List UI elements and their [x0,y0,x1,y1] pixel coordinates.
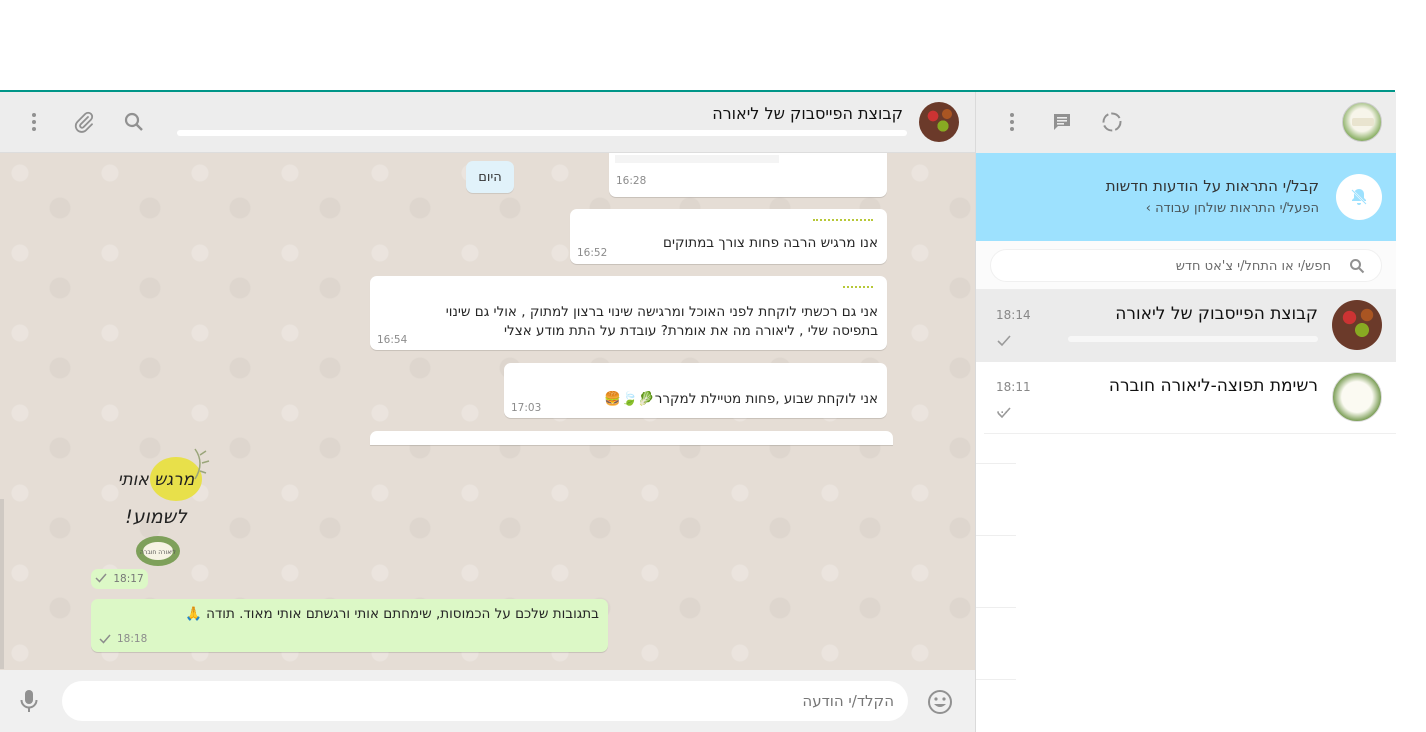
chat-avatar [1332,372,1382,422]
message-time: 17:03 [511,402,542,414]
conversation-actions [22,110,146,134]
bell-off-icon [1336,174,1382,220]
new-chat-icon[interactable] [1050,110,1074,134]
sidebar-header-actions [1000,110,1124,134]
conversation-panel: קבוצת הפייסבוק של ליאורה היום 16:28 אנו … [0,92,975,732]
emoji-icon[interactable] [927,689,953,719]
scrollbar[interactable] [0,499,4,669]
sticker-text: לשמוע! [125,506,188,528]
chat-name: קבוצת הפייסבוק של ליאורה [1115,304,1318,324]
message-input-box [62,681,908,721]
menu-icon[interactable] [22,110,46,134]
day-divider: היום [466,161,514,193]
message-time: 16:28 [616,175,647,187]
check-icon [95,573,107,586]
notification-banner: קבל/י התראות על הודעות חדשות הפעל/י התרא… [976,153,1396,241]
sticker-time: 18:17 [91,569,148,589]
sidebar-header [976,92,1396,153]
message-text: אני לוקחת שבוע ,פחות מטיילת למקרר🥬🍃🍔 [604,391,878,407]
check-icon [997,332,1011,351]
search-icon[interactable] [122,110,146,134]
chat-time: 18:14 [996,308,1031,322]
sender-name [813,217,873,221]
enable-notifications-link[interactable]: הפעל/י התראות שולחן עבודה › [1146,201,1319,216]
composer [0,670,975,732]
message-text: בתפיסה שלי , ליאורה מה את אומרת? עובדת ע… [504,323,878,339]
sticker-text: מרגש אותי [118,470,195,490]
menu-icon[interactable] [1000,110,1024,134]
message-time: 16:52 [577,247,608,259]
message-time: 16:54 [377,334,408,346]
message-text: בתגובות שלכם על הכמוסות, שימחתם אותי ורג… [185,606,599,622]
message-time: 18:17 [113,573,144,585]
search-section [976,241,1396,290]
conversation-header: קבוצת הפייסבוק של ליאורה [0,92,975,153]
chat-time: 18:11 [996,380,1031,394]
messages-area[interactable]: היום 16:28 אנו מרגיש הרבה פחות צורך במתו… [0,153,975,670]
message-bubble[interactable]: אנו מרגיש הרבה פחות צורך במתוקים 16:52 [570,209,887,264]
chat-list-item[interactable]: קבוצת הפייסבוק של ליאורה 18:14 [976,290,1396,362]
sender-name [843,284,873,288]
message-input[interactable] [78,681,894,721]
message-bubble[interactable]: אני גם רכשתי לוקחת לפני האוכל ומרגישה שי… [370,276,887,350]
check-icon [997,404,1011,423]
microphone-icon[interactable] [18,689,40,717]
chat-list-item[interactable]: רשימת תפוצה-ליאורה חוברה 18:11 ... [976,362,1396,434]
search-box [990,249,1382,283]
chat-preview [1028,330,1318,348]
conversation-title[interactable]: קבוצת הפייסבוק של ליאורה [712,104,903,123]
group-avatar[interactable] [919,102,959,142]
message-bubble[interactable]: 16:28 [609,153,887,197]
own-message-bubble[interactable]: בתגובות שלכם על הכמוסות, שימחתם אותי ורג… [91,599,608,652]
profile-avatar[interactable] [1342,102,1382,142]
sidebar: קבל/י התראות על הודעות חדשות הפעל/י התרא… [975,92,1396,732]
sticker-logo-text: ליאורה חוברה [140,549,176,556]
chat-avatar [1332,300,1382,350]
status-icon[interactable] [1100,110,1124,134]
message-text: אנו מרגיש הרבה פחות צורך במתוקים [662,235,878,251]
search-input[interactable] [1001,250,1331,283]
message-bubble[interactable] [370,431,893,445]
search-icon [1349,258,1365,278]
sticker-image[interactable]: מרגש אותי לשמוע! ליאורה חוברה [100,443,215,575]
message-status: 18:18 [99,633,147,645]
message-time: 18:18 [117,633,148,645]
divider [984,433,1396,434]
message-bubble[interactable]: אני לוקחת שבוע ,פחות מטיילת למקרר🥬🍃🍔 17:… [504,363,887,418]
participants-list [177,130,907,136]
chat-name: רשימת תפוצה-ליאורה חוברה [1108,376,1318,396]
message-text: אני גם רכשתי לוקחת לפני האוכל ומרגישה שי… [445,304,878,320]
attach-icon[interactable] [72,110,96,134]
notification-title: קבל/י התראות על הודעות חדשות [1105,177,1319,195]
